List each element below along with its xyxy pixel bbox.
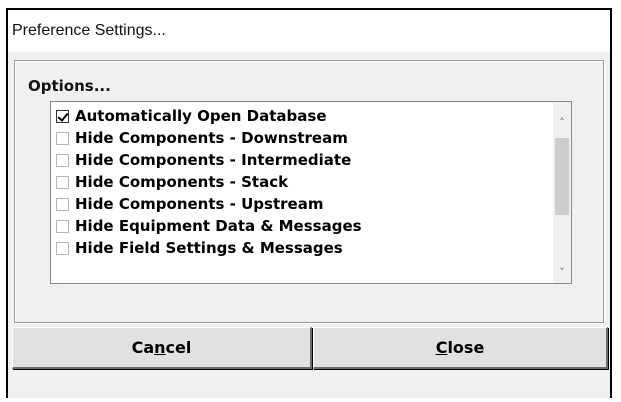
list-item-label: Automatically Open Database [75, 107, 327, 125]
close-button-label: Close [436, 338, 485, 357]
chevron-down-icon[interactable]: ˅ [553, 264, 571, 281]
list-item-hide-equipment-data-messages[interactable]: Hide Equipment Data & Messages [51, 215, 553, 237]
options-list: Automatically Open Database Hide Compone… [51, 105, 553, 259]
cancel-button[interactable]: Cancel [12, 327, 312, 369]
close-label-suffix: lose [447, 338, 485, 357]
checkbox[interactable] [56, 109, 69, 123]
list-item-label: Hide Components - Stack [75, 173, 289, 191]
checkbox[interactable] [56, 131, 69, 145]
list-item-label: Hide Field Settings & Messages [75, 239, 343, 257]
list-item-automatically-open-database[interactable]: Automatically Open Database [51, 105, 553, 127]
list-item-hide-field-settings-messages[interactable]: Hide Field Settings & Messages [51, 237, 553, 259]
checkbox[interactable] [56, 175, 69, 189]
cancel-label-prefix: Ca [131, 338, 155, 357]
list-item-label: Hide Components - Downstream [75, 129, 348, 147]
checkbox[interactable] [56, 197, 69, 211]
checkbox[interactable] [56, 219, 69, 233]
list-item-hide-components-intermediate[interactable]: Hide Components - Intermediate [51, 149, 553, 171]
list-item-label: Hide Components - Upstream [75, 195, 324, 213]
window-title: Preference Settings... [8, 10, 610, 52]
list-item-hide-components-downstream[interactable]: Hide Components - Downstream [51, 127, 553, 149]
checkbox[interactable] [56, 241, 69, 255]
list-item-hide-components-upstream[interactable]: Hide Components - Upstream [51, 193, 553, 215]
close-button[interactable]: Close [313, 327, 608, 369]
close-label-mnemonic: C [435, 338, 448, 357]
scrollbar-thumb[interactable] [555, 138, 569, 215]
vertical-scrollbar[interactable]: ˄ ˅ [553, 102, 571, 283]
cancel-label-suffix: cel [165, 338, 192, 357]
cancel-button-label: Cancel [132, 338, 192, 357]
chevron-up-icon[interactable]: ˄ [553, 114, 571, 131]
options-listbox[interactable]: Automatically Open Database Hide Compone… [50, 101, 572, 284]
list-item-label: Hide Components - Intermediate [75, 151, 352, 169]
options-group-label: Options... [28, 77, 111, 95]
list-item-label: Hide Equipment Data & Messages [75, 217, 362, 235]
cancel-label-mnemonic: n [154, 338, 166, 357]
list-item-hide-components-stack[interactable]: Hide Components - Stack [51, 171, 553, 193]
checkbox[interactable] [56, 153, 69, 167]
